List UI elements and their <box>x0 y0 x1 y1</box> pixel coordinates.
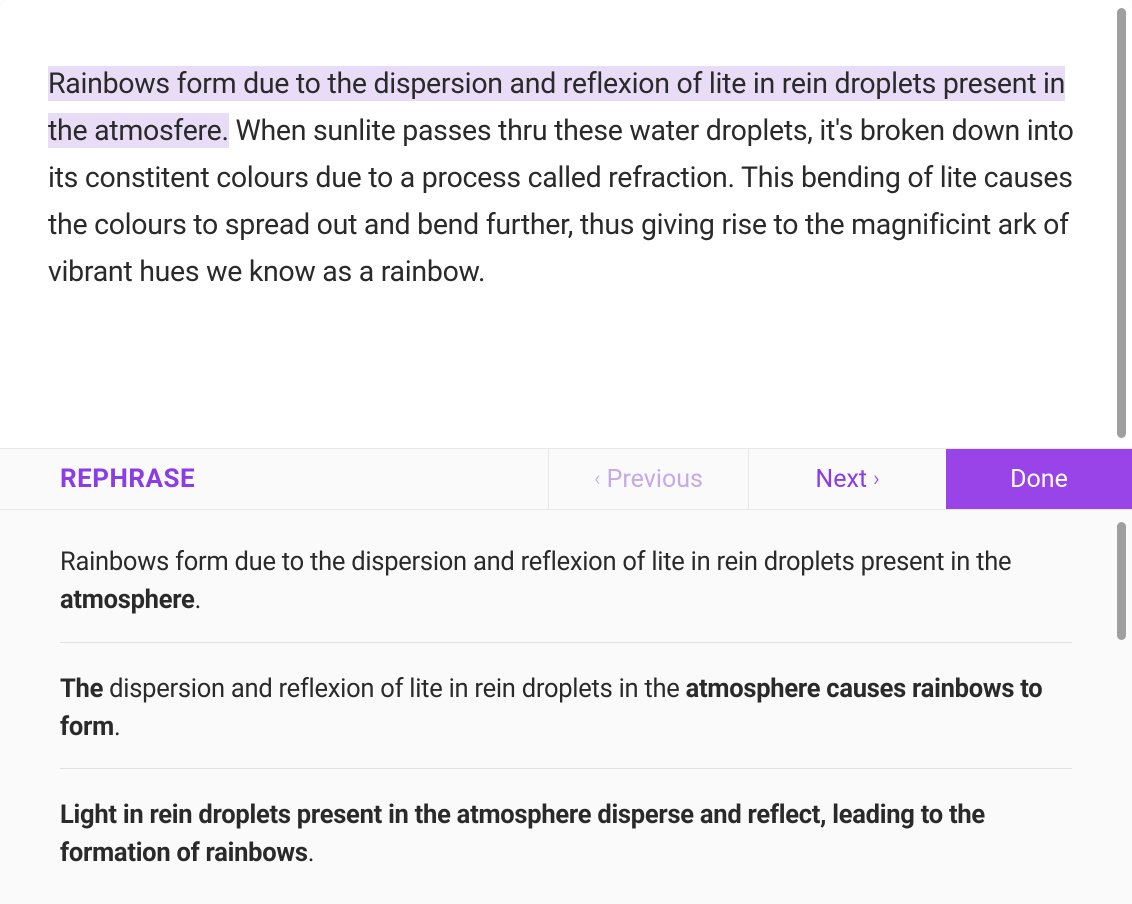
suggestion-bold-text: atmosphere <box>60 585 195 615</box>
previous-button[interactable]: ‹ Previous <box>548 449 748 509</box>
suggestions-scrollbar[interactable] <box>1117 522 1126 640</box>
done-button[interactable]: Done <box>946 449 1132 509</box>
suggestion-text: dispersion and reflexion of lite in rein… <box>103 674 686 704</box>
suggestion-text: . <box>308 838 314 868</box>
suggestion-text: . <box>114 712 120 742</box>
suggestion-item[interactable]: Rainbows form due to the dispersion and … <box>60 538 1072 643</box>
chevron-right-icon: › <box>873 467 880 492</box>
suggestion-text: . <box>195 585 201 615</box>
rephrase-panel: Rainbows form due to the dispersion and … <box>0 0 1132 904</box>
done-label: Done <box>1010 465 1068 494</box>
suggestion-bold-text: Light in rein droplets present in the at… <box>60 800 985 868</box>
rephrase-toolbar: REPHRASE ‹ Previous Next › Done <box>0 448 1132 510</box>
toolbar-mode-label: REPHRASE <box>0 449 548 509</box>
suggestion-item[interactable]: The dispersion and reflexion of lite in … <box>60 665 1072 770</box>
previous-label: Previous <box>607 465 703 494</box>
suggestion-text: Rainbows form due to the dispersion and … <box>60 547 1011 577</box>
chevron-left-icon: ‹ <box>594 467 601 492</box>
suggestions-pane: Rainbows form due to the dispersion and … <box>0 510 1132 904</box>
next-label: Next <box>815 465 867 494</box>
suggestions-list: Rainbows form due to the dispersion and … <box>0 510 1132 895</box>
suggestion-bold-text: The <box>60 674 103 704</box>
editor-scrollbar[interactable] <box>1117 8 1126 438</box>
suggestion-item[interactable]: Light in rein droplets present in the at… <box>60 791 1072 895</box>
editor-content[interactable]: Rainbows form due to the dispersion and … <box>0 0 1132 335</box>
next-button[interactable]: Next › <box>748 449 946 509</box>
editor-pane: Rainbows form due to the dispersion and … <box>0 0 1132 448</box>
